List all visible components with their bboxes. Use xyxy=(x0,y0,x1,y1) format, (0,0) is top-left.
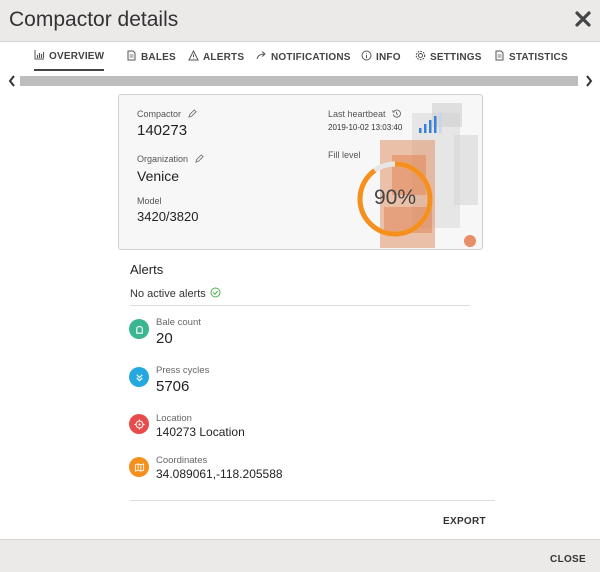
fill-level-value: 90% xyxy=(373,186,417,209)
document-icon xyxy=(126,50,137,64)
chart-icon xyxy=(34,49,45,63)
tab-label: OVERVIEW xyxy=(49,50,105,62)
tab-label: NOTIFICATIONS xyxy=(271,51,351,63)
alerts-status: No active alerts xyxy=(130,287,221,301)
signal-bar xyxy=(424,124,427,133)
tab-scrollbar[interactable] xyxy=(20,76,578,86)
divider xyxy=(130,500,495,501)
dialog-title: Compactor details xyxy=(9,8,179,31)
tab-alerts[interactable]: ALERTS xyxy=(188,43,244,71)
tab-overview[interactable]: OVERVIEW xyxy=(34,43,105,71)
chevron-left-icon[interactable] xyxy=(5,74,19,88)
organization-label: Organization xyxy=(137,154,204,165)
tab-statistics[interactable]: STATISTICS xyxy=(494,43,568,71)
alerts-heading: Alerts xyxy=(130,262,164,277)
bale-count-value: 20 xyxy=(156,330,173,347)
press-cycles-value: 5706 xyxy=(156,378,190,395)
coordinates-icon xyxy=(129,457,149,477)
heartbeat-value: 2019-10-02 13:03:40 xyxy=(328,123,403,132)
heartbeat-label: Last heartbeat xyxy=(328,109,401,120)
history-icon[interactable] xyxy=(392,109,401,120)
press-icon xyxy=(129,367,149,387)
compactor-label: Compactor xyxy=(137,109,197,120)
overview-card: Compactor 140273 Organization Venice Mod… xyxy=(118,94,483,250)
tab-settings[interactable]: SETTINGS xyxy=(415,43,482,71)
location-icon xyxy=(129,414,149,434)
tab-info[interactable]: INFO xyxy=(361,43,401,71)
document-icon xyxy=(494,50,505,64)
dialog-header: Compactor details xyxy=(0,0,600,42)
gear-icon xyxy=(415,50,426,64)
alerts-status-text: No active alerts xyxy=(130,288,206,300)
organization-value: Venice xyxy=(137,168,180,184)
bale-count-label: Bale count xyxy=(156,317,201,328)
location-label: Location xyxy=(156,413,192,424)
close-button[interactable]: CLOSE xyxy=(550,554,586,565)
pencil-icon[interactable] xyxy=(194,154,204,165)
compactor-value: 140273 xyxy=(137,122,188,139)
close-icon[interactable] xyxy=(574,9,592,29)
check-circle-icon xyxy=(210,287,221,301)
signal-icon xyxy=(419,112,442,133)
tab-label: INFO xyxy=(376,51,401,63)
coordinates-label: Coordinates xyxy=(156,455,208,466)
signal-bar xyxy=(434,116,437,133)
tab-label: SETTINGS xyxy=(430,51,482,63)
dialog-footer: CLOSE xyxy=(0,539,600,572)
bale-icon xyxy=(129,319,149,339)
export-button[interactable]: EXPORT xyxy=(443,516,486,527)
warning-icon xyxy=(188,49,199,64)
signal-bar xyxy=(419,128,422,133)
model-label: Model xyxy=(137,196,162,206)
divider xyxy=(130,305,470,306)
signal-bar xyxy=(429,120,432,133)
chevron-right-icon[interactable] xyxy=(582,74,596,88)
model-value: 3420/3820 xyxy=(137,209,199,224)
pencil-icon[interactable] xyxy=(187,109,197,120)
tab-label: STATISTICS xyxy=(509,51,568,63)
tab-label: BALES xyxy=(141,51,176,63)
info-icon xyxy=(361,50,372,64)
location-value: 140273 Location xyxy=(156,425,245,439)
tab-bales[interactable]: BALES xyxy=(126,43,176,71)
tab-bar: OVERVIEW BALES ALERTS NOTIFICATIONS INFO… xyxy=(0,43,600,73)
coordinates-value: 34.089061,-118.205588 xyxy=(156,467,283,481)
share-icon xyxy=(256,50,267,64)
tab-scroller xyxy=(0,74,600,88)
signal-bar xyxy=(439,112,442,133)
tab-label: ALERTS xyxy=(203,51,245,63)
tab-notifications[interactable]: NOTIFICATIONS xyxy=(256,43,351,71)
press-cycles-label: Press cycles xyxy=(156,365,210,376)
